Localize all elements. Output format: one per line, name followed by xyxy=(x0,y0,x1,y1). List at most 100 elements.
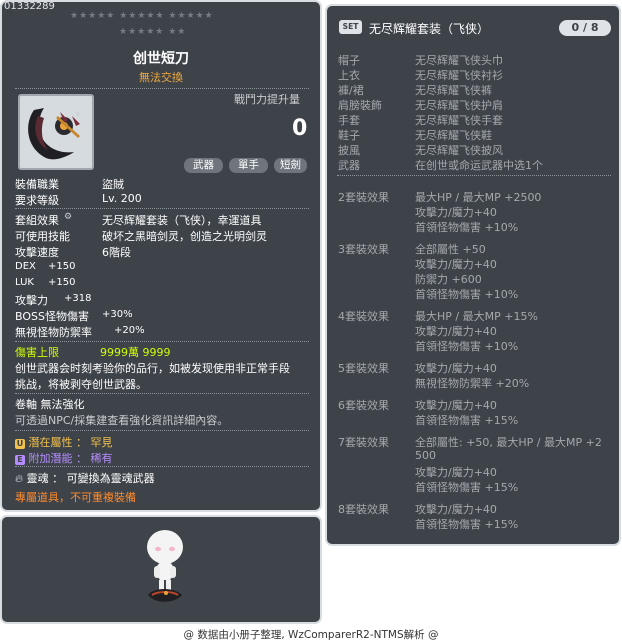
additional-potential-label: 附加潛能 xyxy=(28,452,73,465)
set-piece-slot: 肩膀裝飾 xyxy=(338,99,382,112)
job-value: 盜賊 xyxy=(102,178,124,191)
set-effect-line: 首領怪物傷害 +15% xyxy=(415,414,519,427)
divider xyxy=(15,341,309,342)
divider xyxy=(15,466,309,467)
set-effect-line: 首領怪物傷害 +15% xyxy=(415,518,519,531)
divider xyxy=(15,208,309,209)
set-effect-label: 8套裝效果 xyxy=(338,503,389,516)
potential-label: 潛在屬性 xyxy=(28,436,73,449)
set-piece-slot: 手套 xyxy=(338,114,360,127)
set-effect-label: 4套裝效果 xyxy=(338,310,389,323)
damage-cap-label: 傷害上限 xyxy=(15,346,59,359)
set-piece-slot: 褲/裙 xyxy=(338,84,364,97)
job-label: 裝備職業 xyxy=(15,178,59,191)
stat-luk-value: +150 xyxy=(48,277,76,288)
item-tooltip-panel: 01332289 ★★★★★ ★★★★★ ★★★★★ ★★★★★ ★★ 创世短刀… xyxy=(0,0,322,512)
stat-attack-value: +318 xyxy=(64,293,92,304)
divider xyxy=(15,88,309,89)
dagger-icon xyxy=(28,108,80,160)
damage-cap-value: 9999萬 9999 xyxy=(100,346,171,359)
potential-grade: 罕見 xyxy=(90,436,113,449)
set-effect-label: 7套裝效果 xyxy=(338,436,389,449)
set-effect-line: 攻擊力/魔力+40 xyxy=(415,399,497,412)
star-force-row-1: ★★★★★ ★★★★★ ★★★★★ xyxy=(70,11,214,21)
set-count: 0 / 8 xyxy=(559,20,611,36)
skill-label: 可使用技能 xyxy=(15,230,70,243)
divider xyxy=(15,430,309,431)
set-effect-line: 攻擊力/魔力+40 xyxy=(415,206,497,219)
speed-value: 6階段 xyxy=(102,246,131,259)
credit-footer: @ 数据由小册子整理, WzComparerR2-NTMS解析 @ xyxy=(183,629,439,641)
item-name: 创世短刀 xyxy=(133,51,189,67)
soul-row: 🔥︎ 靈魂 ： 可變換為靈魂武器 xyxy=(15,470,155,486)
set-effect-line: 首領怪物傷害 +10% xyxy=(415,288,519,301)
additional-potential-value: 稀有 xyxy=(90,452,113,465)
trade-status: 無法交換 xyxy=(139,71,183,84)
set-effect-line: 首領怪物傷害 +10% xyxy=(415,340,519,353)
stat-ignore-def-name: 無視怪物防禦率 xyxy=(15,326,92,339)
set-piece-name: 无尽辉耀飞侠裤 xyxy=(415,84,492,97)
set-piece-slot: 上衣 xyxy=(338,69,360,82)
set-effect-line: 攻擊力/魔力+40 xyxy=(415,362,497,375)
set-effect-line: 全部屬性: +50, 最大HP / 最大MP +2 xyxy=(415,436,602,449)
description-line-2: 挑战，将被剥夺创世武器。 xyxy=(15,378,147,391)
set-effect-label: 5套裝效果 xyxy=(338,362,389,375)
avatar-preview-panel xyxy=(0,515,322,624)
set-piece-name: 无尽辉耀飞侠护肩 xyxy=(415,99,503,112)
additional-potential-icon: E xyxy=(15,455,25,465)
stat-boss-name: BOSS怪物傷害 xyxy=(15,310,89,323)
set-effect-line: 500 xyxy=(415,449,436,462)
set-badge: SET xyxy=(339,20,362,34)
set-piece-slot: 鞋子 xyxy=(338,129,360,142)
gear-small-icon: ⚙ xyxy=(64,212,73,222)
set-effect-line: 最大HP / 最大MP +2500 xyxy=(415,191,542,204)
set-piece-slot: 披風 xyxy=(338,144,360,157)
set-effect-label: 套組效果 xyxy=(15,214,59,227)
set-piece-name: 无尽辉耀飞侠衬衫 xyxy=(415,69,503,82)
soul-label: 靈魂 xyxy=(26,472,49,485)
set-effect-line: 首領怪物傷害 +15% xyxy=(415,481,519,494)
additional-potential-colon: ： xyxy=(76,452,91,465)
potential-colon: ： xyxy=(76,436,91,449)
potential-grade-icon: U xyxy=(15,439,25,449)
stat-luk-name: LUK xyxy=(15,277,34,288)
set-effect-label: 2套裝效果 xyxy=(338,191,389,204)
scroll-status: 卷軸 無法強化 xyxy=(15,398,85,411)
set-effect-line: 攻擊力/魔力+40 xyxy=(415,503,497,516)
set-effect-line: 攻擊力/魔力+40 xyxy=(415,325,497,338)
tag-weapon: 武器 xyxy=(184,158,223,173)
set-effect-line: 全部屬性 +50 xyxy=(415,243,486,256)
additional-potential-row: E 附加潛能 ： 稀有 xyxy=(15,450,113,466)
character-avatar xyxy=(147,530,183,602)
set-effect-line: 無視怪物防禦率 +20% xyxy=(415,377,530,390)
set-info-panel: SET 无尽辉耀套装（飞侠） 0 / 8 帽子 无尽辉耀飞侠头巾 上衣 无尽辉耀… xyxy=(325,4,621,546)
set-effect-line: 首領怪物傷害 +10% xyxy=(415,221,519,234)
set-piece-slot: 帽子 xyxy=(338,54,360,67)
set-piece-name: 在创世或命运武器中选1个 xyxy=(415,159,543,172)
set-effect-line: 攻擊力/魔力+40 xyxy=(415,466,497,479)
set-piece-name: 无尽辉耀飞侠鞋 xyxy=(415,129,492,142)
npc-hint: 可透過NPC/採集建查看強化資訊詳細內容。 xyxy=(15,414,229,427)
set-title: 无尽辉耀套装（飞侠） xyxy=(369,22,490,36)
level-value: Lv. 200 xyxy=(102,192,142,205)
divider xyxy=(337,175,611,176)
description-line-1: 创世武器会时刻考验你的品行，如被发现使用非正常手段 xyxy=(15,362,290,375)
set-piece-slot: 武器 xyxy=(338,159,360,172)
set-effect-label: 6套裝效果 xyxy=(338,399,389,412)
level-label: 要求等級 xyxy=(15,194,59,207)
attack-increase-value: 0 xyxy=(292,116,308,141)
stat-dex-value: +150 xyxy=(48,261,76,272)
item-icon-frame xyxy=(18,94,94,170)
set-piece-name: 无尽辉耀飞侠手套 xyxy=(415,114,503,127)
tag-dagger: 短劍 xyxy=(274,158,307,173)
stat-boss-value: +30% xyxy=(102,309,133,320)
flame-icon: 🔥︎ xyxy=(15,472,24,485)
star-force-row-2: ★★★★★ ★★ xyxy=(119,27,187,37)
item-id: 01332289 xyxy=(4,1,55,12)
set-effect-label: 3套裝效果 xyxy=(338,243,389,256)
stat-ignore-def-value: +20% xyxy=(114,325,145,336)
soul-colon: ： xyxy=(52,472,67,485)
set-effect-value: 无尽辉耀套装（飞侠），幸運道具 xyxy=(102,214,262,227)
tag-one-handed: 單手 xyxy=(229,158,268,173)
speed-label: 攻擊速度 xyxy=(15,246,59,259)
